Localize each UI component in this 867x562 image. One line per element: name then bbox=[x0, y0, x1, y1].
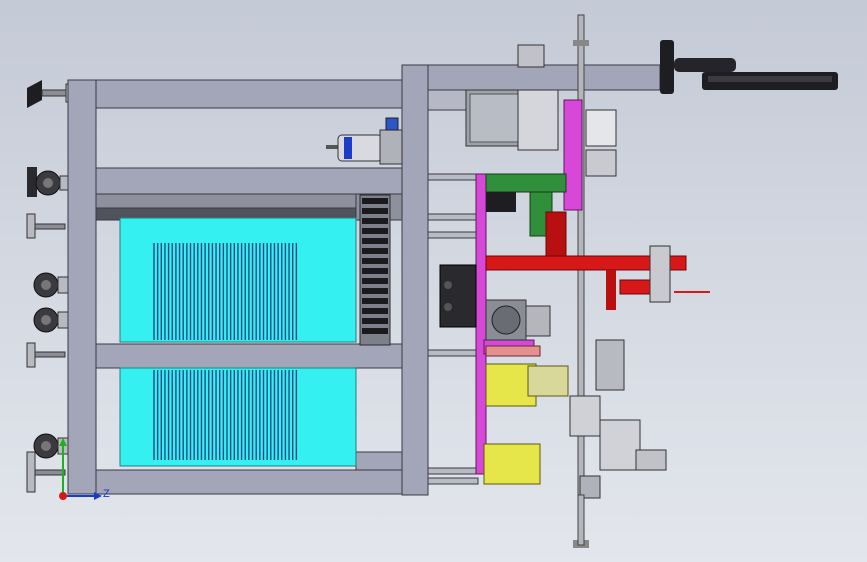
terminal-block bbox=[362, 298, 388, 304]
terminal-block-strip bbox=[359, 194, 391, 346]
caster-wheel-2 bbox=[33, 272, 69, 298]
caster-wheel-1 bbox=[27, 167, 71, 197]
red-shaft-assembly bbox=[485, 211, 710, 310]
pink-bar bbox=[485, 345, 541, 357]
terminal-block bbox=[362, 218, 388, 224]
terminal-block bbox=[362, 238, 388, 244]
terminal-block bbox=[362, 248, 388, 254]
terminal-block bbox=[362, 308, 388, 314]
black-mount-plate bbox=[439, 264, 477, 328]
terminal-block bbox=[362, 318, 388, 324]
terminal-block bbox=[362, 208, 388, 214]
terminal-block bbox=[362, 278, 388, 284]
terminal-block bbox=[362, 228, 388, 234]
cad-viewport[interactable]: Z bbox=[0, 0, 867, 562]
triad-origin bbox=[59, 492, 67, 500]
lower-rod bbox=[577, 494, 585, 546]
terminal-block bbox=[362, 258, 388, 264]
pneumatic-cylinder bbox=[326, 117, 403, 165]
terminal-block bbox=[362, 268, 388, 274]
cylinder-housing bbox=[465, 44, 559, 151]
vertical-guide-rod bbox=[573, 14, 589, 548]
machine-assembly-drawing: Z bbox=[26, 14, 838, 548]
leveling-foot-2 bbox=[26, 213, 66, 239]
handle-lever bbox=[660, 40, 838, 94]
terminal-block bbox=[362, 288, 388, 294]
terminal-block bbox=[362, 198, 388, 204]
caster-wheel-3 bbox=[33, 307, 69, 333]
motor-assembly bbox=[485, 299, 551, 341]
yellow-blocks bbox=[483, 363, 569, 485]
triad-z-label: Z bbox=[103, 488, 110, 500]
leveling-foot-top bbox=[27, 80, 73, 108]
guide-rails bbox=[427, 173, 479, 485]
terminal-block bbox=[362, 328, 388, 334]
magenta-side-plates bbox=[475, 99, 583, 475]
leveling-foot-3 bbox=[26, 342, 66, 368]
